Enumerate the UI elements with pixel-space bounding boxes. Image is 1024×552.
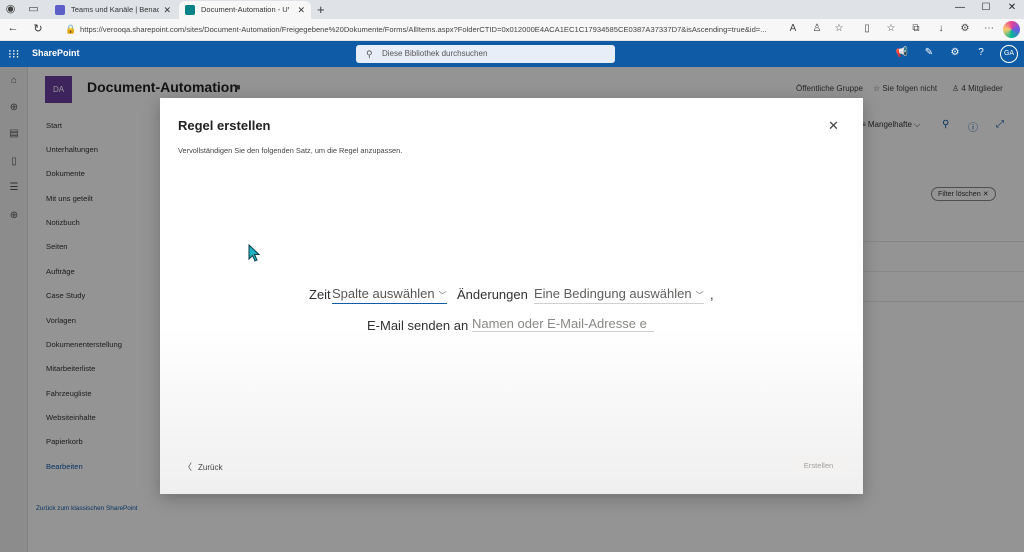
browser-tab-sharepoint[interactable]: Document-Automation - UVV-Prüfung ✕ [179,1,311,19]
favorites-icon[interactable]: ☆ [884,23,898,34]
url-field[interactable]: 🔒 https://verooqa.sharepoint.com/sites/D… [60,21,780,38]
user-avatar[interactable]: GA [1000,45,1018,63]
send-email-label: E-Mail senden an [367,318,469,333]
app-name[interactable]: SharePoint [32,48,80,58]
help-icon[interactable]: ? [974,47,988,58]
window-close-icon[interactable]: ✕ [1002,2,1022,13]
browser-profile-icon[interactable]: ◉ [4,3,17,16]
sentence-word-time: Zeit [309,287,331,302]
megaphone-icon[interactable]: 📢 [895,47,909,58]
refresh-icon[interactable]: ↻ [30,22,46,35]
minimize-icon[interactable]: — [950,2,970,13]
close-icon[interactable]: ✕ [828,118,839,134]
sentence-word-changes: Änderungen [457,287,528,302]
chevron-down-icon: ﹀ [438,291,447,300]
sharepoint-suite-bar: ⁝⁝⁝ SharePoint ⚲ Diese Bibliothek durchs… [0,41,1024,67]
split-screen-icon[interactable]: ▯ [860,23,874,34]
close-tab-icon[interactable]: ✕ [297,1,305,19]
maximize-icon[interactable]: ☐ [976,2,996,13]
profile-icon[interactable]: ♙ [810,23,824,34]
more-icon[interactable]: ⋯ [982,23,996,34]
create-rule-dialog: Regel erstellen ✕ Vervollständigen Sie d… [160,98,863,494]
browser-tab-teams[interactable]: Teams und Kanäle | Benachrichtigungen ✕ [49,1,177,19]
browser-tab-bar: ◉ ▭ Teams und Kanäle | Benachrichtigunge… [0,0,1024,19]
email-recipient-input[interactable] [472,316,654,332]
column-select-dropdown[interactable]: Spalte auswählen ﹀ [332,286,447,304]
back-button[interactable]: 〈 Zurück [183,460,222,473]
collections-icon[interactable]: ⧉ [909,23,923,34]
browser-address-bar: ← ↻ 🔒 https://verooqa.sharepoint.com/sit… [0,19,1024,41]
search-placeholder: Diese Bibliothek durchsuchen [382,49,488,58]
mouse-cursor-icon [248,244,260,262]
app-launcher-icon[interactable]: ⁝⁝⁝ [8,47,19,61]
condition-select-dropdown[interactable]: Eine Bedingung auswählen ﹀ [534,286,704,304]
read-aloud-icon[interactable]: A [786,23,800,34]
new-tab-icon[interactable]: + [317,2,325,17]
tab-label: Teams und Kanäle | Benachrichtigungen [71,5,159,14]
sentence-comma: , [710,287,714,302]
download-icon[interactable]: ↓ [934,23,948,34]
chevron-left-icon: 〈 [183,462,193,472]
sharepoint-favicon-icon [185,5,195,15]
back-arrow-icon[interactable]: ← [5,22,21,34]
chat-icon[interactable]: ✎ [922,47,936,58]
tab-label: Document-Automation - UVV-Prüfung [201,5,289,14]
copilot-icon[interactable] [1003,21,1020,38]
url-text: https://verooqa.sharepoint.com/sites/Doc… [80,25,767,34]
close-tab-icon[interactable]: ✕ [163,1,171,19]
search-icon: ⚲ [366,49,373,59]
dialog-title: Regel erstellen [178,118,271,133]
tab-actions-icon[interactable]: ▭ [27,3,40,16]
dialog-subtitle: Vervollständigen Sie den folgenden Satz,… [178,146,403,155]
teams-favicon-icon [55,5,65,15]
favorite-star-icon[interactable]: ☆ [832,23,846,34]
create-button[interactable]: Erstellen [792,457,845,474]
extensions-icon[interactable]: ⚙ [958,23,972,34]
lock-icon: 🔒 [65,24,77,34]
column-select-label: Spalte auswählen [332,286,435,301]
settings-gear-icon[interactable]: ⚙ [948,47,962,58]
chevron-down-icon: ﹀ [695,291,704,300]
back-label: Zurück [198,463,223,472]
condition-select-label: Eine Bedingung auswählen [534,286,692,301]
library-search-input[interactable]: ⚲ Diese Bibliothek durchsuchen [356,45,615,63]
